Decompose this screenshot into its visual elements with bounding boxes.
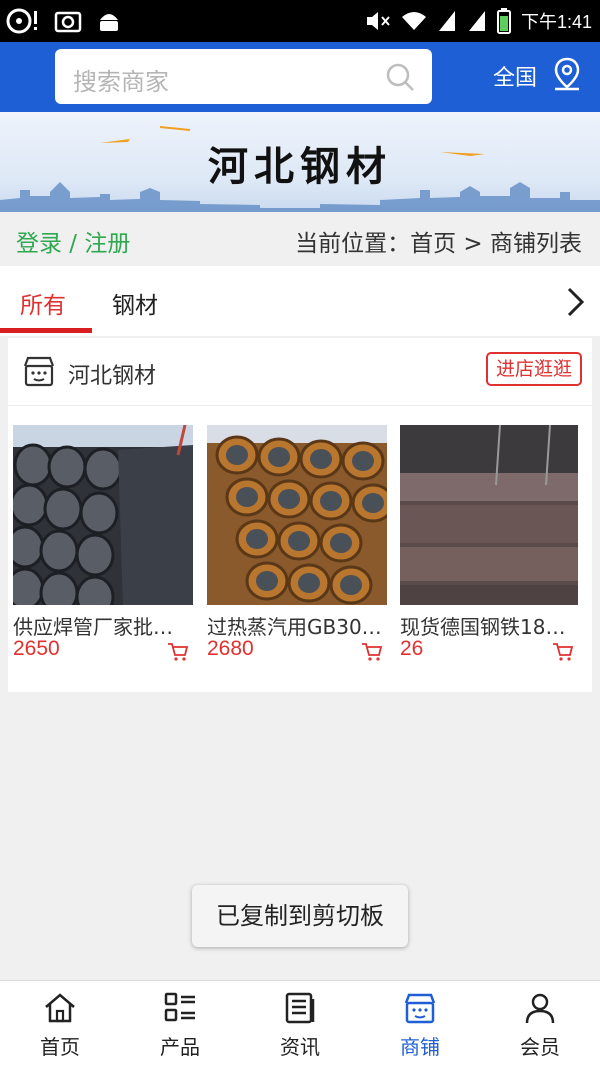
product-card[interactable]: 供应焊管厂家批… 2650 — [13, 425, 193, 661]
product-list-icon — [164, 992, 195, 1022]
product-image[interactable] — [13, 425, 193, 605]
search-placeholder: 搜索商家 — [73, 68, 169, 96]
product-image[interactable] — [400, 425, 578, 605]
visit-shop-button[interactable]: 进店逛逛 — [486, 352, 582, 386]
search-input[interactable]: 搜索商家 — [55, 49, 432, 104]
search-icon[interactable] — [384, 61, 416, 93]
home-icon — [45, 993, 75, 1023]
product-name[interactable]: 过热蒸汽用GB30… — [207, 611, 387, 640]
nav-products-label: 产品 — [160, 1035, 200, 1059]
chevron-right-icon[interactable] — [564, 286, 586, 318]
breadcrumb: 当前位置：首页 > 商铺列表 — [295, 231, 582, 257]
nav-member-label: 会员 — [520, 1035, 560, 1059]
nav-products[interactable]: 产品 — [120, 981, 240, 1067]
banner-title: 河北钢材 — [208, 144, 392, 190]
screenshot-icon — [54, 11, 82, 33]
product-image[interactable] — [207, 425, 387, 605]
tab-all[interactable]: 所有 — [20, 286, 66, 320]
nav-member[interactable]: 会员 — [480, 981, 600, 1067]
wifi-icon — [401, 12, 426, 30]
nav-stores-label: 商铺 — [400, 1035, 440, 1059]
product-card[interactable]: 过热蒸汽用GB30… 2680 — [207, 425, 387, 661]
store-icon — [23, 356, 55, 387]
mute-icon — [366, 12, 390, 30]
product-price: 2680 — [207, 637, 254, 660]
location-pin-icon[interactable] — [551, 56, 583, 92]
news-icon — [285, 992, 315, 1024]
nav-news-label: 资讯 — [280, 1035, 320, 1059]
product-card[interactable]: 现货德国钢铁18… 26 — [400, 425, 578, 661]
store-icon — [404, 993, 436, 1024]
nav-news[interactable]: 资讯 — [240, 981, 360, 1067]
category-tabs: 所有 钢材 — [0, 266, 600, 336]
nav-stores[interactable]: 商铺 — [360, 981, 480, 1067]
android-icon — [100, 14, 118, 31]
copied-toast: 已复制到剪切板 — [192, 885, 408, 947]
header: 搜索商家 全国 — [0, 42, 600, 112]
login-register-link[interactable]: 登录 / 注册 — [16, 224, 130, 258]
status-bar: 下午1:41 — [0, 0, 600, 42]
battery-icon — [496, 8, 511, 34]
breadcrumb-bar: 登录 / 注册 当前位置：首页 > 商铺列表 — [0, 212, 600, 266]
user-icon — [525, 993, 555, 1024]
tab-steel[interactable]: 钢材 — [112, 286, 158, 320]
shop-header: 河北钢材 进店逛逛 — [8, 338, 592, 406]
cart-icon[interactable] — [167, 641, 189, 663]
product-name[interactable]: 供应焊管厂家批… — [13, 611, 193, 640]
bottom-nav: 首页 产品 资讯 商铺 会员 — [0, 980, 600, 1067]
cart-icon[interactable] — [361, 641, 383, 663]
signal-icon-2 — [468, 11, 485, 31]
product-name[interactable]: 现货德国钢铁18… — [400, 611, 578, 640]
product-price: 26 — [400, 637, 424, 660]
cart-icon[interactable] — [552, 641, 574, 663]
shop-name[interactable]: 河北钢材 — [68, 358, 156, 390]
product-price: 2650 — [13, 637, 60, 660]
status-time: 下午1:41 — [520, 12, 592, 32]
nav-home[interactable]: 首页 — [0, 981, 120, 1067]
signal-icon-1 — [438, 11, 455, 31]
nav-home-label: 首页 — [40, 1035, 80, 1059]
shop-card: 河北钢材 进店逛逛 供应焊管厂家批… 2650 过热蒸汽用GB30… 2680 … — [8, 338, 592, 692]
disc-icon — [6, 8, 37, 34]
shop-banner: 河北钢材 — [0, 112, 600, 212]
region-selector[interactable]: 全国 — [493, 60, 537, 92]
tab-active-indicator — [0, 328, 92, 333]
